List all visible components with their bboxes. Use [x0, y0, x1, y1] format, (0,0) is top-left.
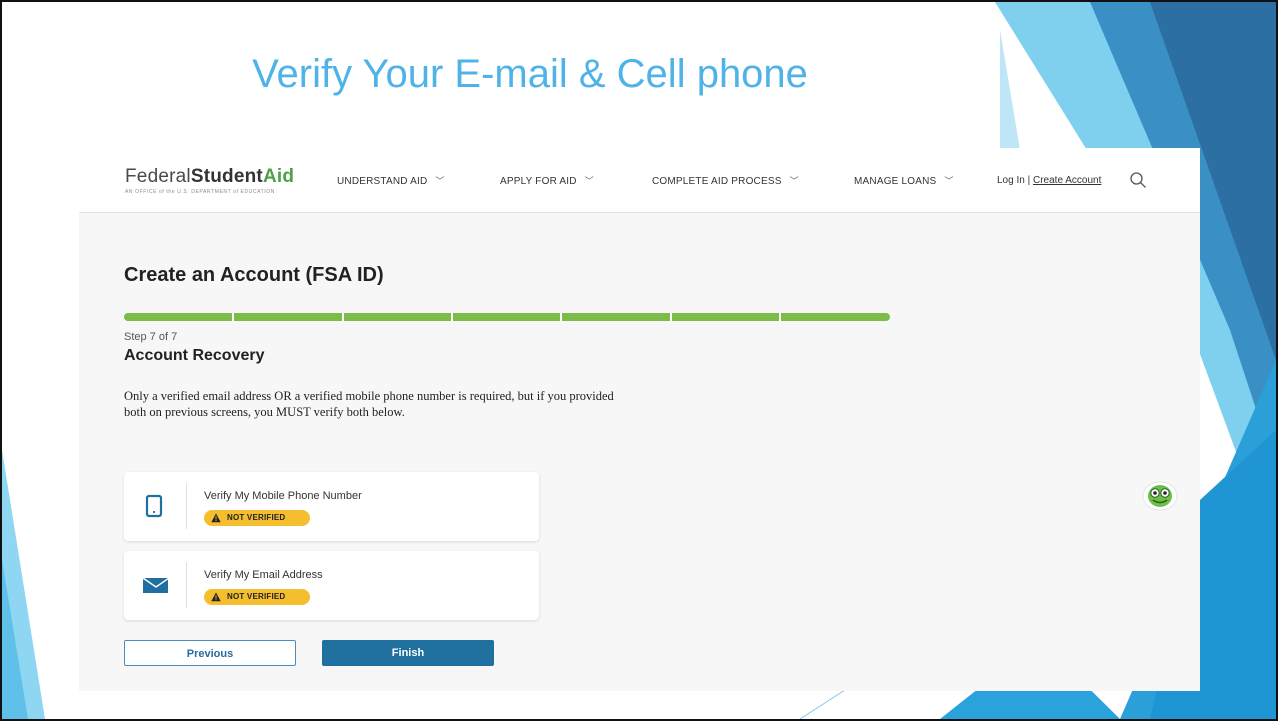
- nav-manage-loans[interactable]: MANAGE LOANS ﹀: [854, 174, 954, 187]
- progress-divider: [232, 313, 234, 321]
- nav-label: APPLY FOR AID: [500, 176, 577, 187]
- page-title: Create an Account (FSA ID): [124, 264, 384, 286]
- progress-divider: [451, 313, 453, 321]
- fsa-screenshot: FederalStudentAid AN OFFICE of the U.S. …: [79, 148, 1200, 691]
- progress-divider: [670, 313, 672, 321]
- logo-federal: Federal: [125, 166, 191, 187]
- progress-divider: [560, 313, 562, 321]
- verify-phone-card[interactable]: Verify My Mobile Phone Number NOT VERIFI…: [124, 472, 539, 541]
- search-icon[interactable]: [1129, 171, 1147, 189]
- chatbot-owl-icon[interactable]: [1139, 480, 1181, 512]
- logo-student: Student: [190, 166, 263, 187]
- chevron-down-icon: ﹀: [789, 176, 799, 186]
- nav-apply-for-aid[interactable]: APPLY FOR AID ﹀: [500, 174, 594, 187]
- status-badge: NOT VERIFIED: [204, 510, 310, 526]
- progress-divider: [779, 313, 781, 321]
- chevron-down-icon: ﹀: [435, 176, 445, 186]
- logo-tagline: AN OFFICE of the U.S. DEPARTMENT of EDUC…: [125, 189, 275, 195]
- auth-separator: |: [1027, 175, 1031, 186]
- envelope-icon: [142, 577, 168, 593]
- verify-phone-label: Verify My Mobile Phone Number: [204, 490, 362, 502]
- card-divider: [186, 483, 187, 529]
- auth-links: Log In | Create Account: [997, 175, 1101, 186]
- nav-label: COMPLETE AID PROCESS: [652, 176, 782, 187]
- status-text: NOT VERIFIED: [227, 592, 286, 601]
- nav-label: UNDERSTAND AID: [337, 176, 428, 187]
- finish-button[interactable]: Finish: [322, 640, 494, 666]
- card-divider: [186, 562, 187, 608]
- chevron-down-icon: ﹀: [584, 176, 594, 186]
- slide-title: Verify Your E-mail & Cell phone: [252, 52, 808, 96]
- warning-icon: [211, 592, 221, 602]
- logo-aid: Aid: [262, 166, 295, 187]
- mobile-phone-icon: [145, 494, 163, 518]
- instructions-text: Only a verified email address OR a verif…: [124, 389, 614, 419]
- nav-label: MANAGE LOANS: [854, 176, 937, 187]
- warning-icon: [211, 513, 221, 523]
- chevron-down-icon: ﹀: [944, 176, 954, 186]
- section-title: Account Recovery: [124, 347, 265, 364]
- nav-understand-aid[interactable]: UNDERSTAND AID ﹀: [337, 174, 445, 187]
- step-indicator: Step 7 of 7: [124, 331, 178, 343]
- fsa-logo[interactable]: FederalStudentAid AN OFFICE of the U.S. …: [125, 166, 294, 195]
- verify-email-card[interactable]: Verify My Email Address NOT VERIFIED: [124, 551, 539, 620]
- login-link[interactable]: Log In: [997, 175, 1025, 186]
- nav-complete-aid-process[interactable]: COMPLETE AID PROCESS ﹀: [652, 174, 799, 187]
- progress-divider: [342, 313, 344, 321]
- status-text: NOT VERIFIED: [227, 513, 286, 522]
- previous-button[interactable]: Previous: [124, 640, 296, 666]
- create-account-link[interactable]: Create Account: [1033, 175, 1101, 186]
- verify-email-label: Verify My Email Address: [204, 569, 323, 581]
- top-nav: FederalStudentAid AN OFFICE of the U.S. …: [79, 148, 1200, 213]
- step-progress-bar: [124, 313, 890, 321]
- status-badge: NOT VERIFIED: [204, 589, 310, 605]
